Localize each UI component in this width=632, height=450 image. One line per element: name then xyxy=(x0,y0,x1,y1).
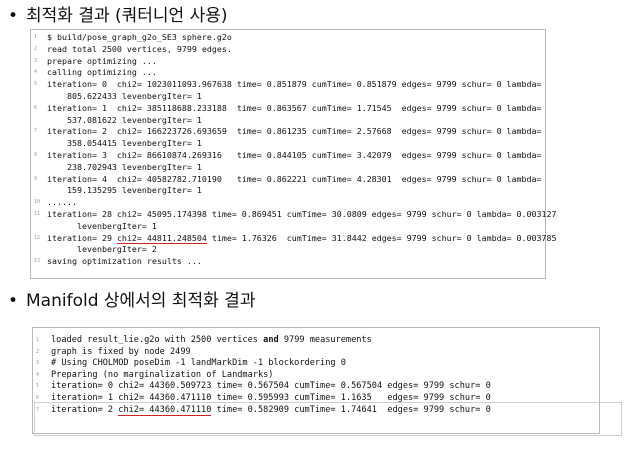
line-text-part: iteration= 29 xyxy=(47,232,117,243)
line-text: iteration= 2 chi2= 166223726.693659 time… xyxy=(47,126,542,137)
code-line: 12 iteration= 29 chi2= 44811.248504 time=… xyxy=(31,232,557,245)
line-number: 6 xyxy=(34,104,38,111)
line-text: iteration= 28 chi2= 45095.174398 time= 0… xyxy=(47,208,557,219)
highlighted-chi2: chi2= 44811.248504 xyxy=(116,232,207,244)
code-line: 10...... xyxy=(31,197,545,209)
code-line: 1 $ build/pose_graph_g2o_SE3 sphere.g2o xyxy=(31,32,545,44)
line-text: 159.135295 levenbergIter= 1 xyxy=(47,185,202,196)
line-text-part: 9799 measurements xyxy=(278,335,372,345)
line-text: iteration= 4 chi2= 40582782.710190 time=… xyxy=(47,173,542,184)
line-number: 5 xyxy=(34,81,38,88)
line-number: 1 xyxy=(34,34,38,40)
line-text: 238.702943 levenbergIter= 1 xyxy=(47,161,202,172)
bullet-icon: • xyxy=(8,291,19,311)
code-line: 3 prepare optimizing ... xyxy=(31,56,545,68)
code-line: 238.702943 levenbergIter= 1 xyxy=(31,162,545,174)
line-number: 4 xyxy=(36,371,40,378)
line-number: 5 xyxy=(36,383,40,390)
line-number: 9 xyxy=(34,175,38,182)
line-text: iteration= 1 chi2= 385118688.233188 time… xyxy=(47,102,542,113)
line-number: 10 xyxy=(34,199,41,206)
code-line: 5 iteration= 0 chi2= 44360.509723 time= 0… xyxy=(33,381,599,393)
code-line: 805.622433 levenbergIter= 1 xyxy=(31,91,545,103)
line-text: $ build/pose_graph_g2o_SE3 sphere.g2o xyxy=(47,32,232,42)
line-text: 537.081622 levenbergIter= 1 xyxy=(47,114,202,125)
code-line: 2 graph is fixed by node 2499 xyxy=(33,347,599,359)
code-line: 7 iteration= 2 chi2= 166223726.693659 tim… xyxy=(31,126,545,138)
code-line: 537.081622 levenbergIter= 1 xyxy=(31,115,545,127)
line-text: saving optimization results ... xyxy=(47,256,202,267)
code-line: 11 iteration= 28 chi2= 45095.174398 time=… xyxy=(31,209,557,221)
code-line: 5 iteration= 0 chi2= 1023011093.967638 ti… xyxy=(31,79,545,91)
highlight-frame xyxy=(34,402,622,436)
line-text: prepare optimizing ... xyxy=(47,55,157,66)
code-line: 4 calling optimizing ... xyxy=(31,67,545,79)
line-number: 4 xyxy=(34,69,38,76)
line-text: iteration= 0 chi2= 1023011093.967638 tim… xyxy=(47,79,542,90)
line-text: read total 2500 vertices, 9799 edges. xyxy=(47,43,232,54)
heading-text: Manifold 상에서의 최적화 결과 xyxy=(26,291,256,311)
line-text-part: time= 1.76326 cumTime= 31.8442 edges= 97… xyxy=(206,232,557,243)
line-text: # Using CHOLMOD poseDim -1 landMarkDim -… xyxy=(51,358,346,369)
line-text: graph is fixed by node 2499 xyxy=(51,346,191,357)
line-text: levenbergIter= 2 xyxy=(47,244,157,255)
code-line: 6 iteration= 1 chi2= 385118688.233188 tim… xyxy=(31,103,545,115)
line-text: 358.054415 levenbergIter= 1 xyxy=(47,138,202,149)
line-text: Preparing (no marginalization of Landmar… xyxy=(51,369,274,380)
code-line: 358.054415 levenbergIter= 1 xyxy=(31,138,545,150)
heading-quaternion-result: • 최적화 결과 (쿼터니언 사용) xyxy=(8,1,228,26)
line-number: 1 xyxy=(36,337,40,343)
code-line: 9 iteration= 4 chi2= 40582782.710190 time… xyxy=(31,174,545,186)
line-number: 2 xyxy=(36,348,40,355)
line-text-part: loaded result_lie.g2o with 2500 vertices xyxy=(51,335,264,345)
line-text: 805.622433 levenbergIter= 1 xyxy=(47,90,202,101)
line-text: calling optimizing ... xyxy=(47,67,157,78)
line-text: iteration= 29 chi2= 44811.248504 time= 1… xyxy=(47,232,557,245)
line-number: 3 xyxy=(36,360,40,367)
code-line: 1 loaded result_lie.g2o with 2500 vertice… xyxy=(33,335,599,347)
code-line: 2 read total 2500 vertices, 9799 edges. xyxy=(31,44,545,56)
line-number: 3 xyxy=(34,57,38,64)
bullet-icon: • xyxy=(8,6,19,26)
line-number: 12 xyxy=(34,234,41,241)
line-number: 7 xyxy=(34,128,38,135)
line-text: ...... xyxy=(47,197,77,208)
code-line: 3 # Using CHOLMOD poseDim -1 landMarkDim … xyxy=(33,358,599,370)
line-text: iteration= 0 chi2= 44360.509723 time= 0.… xyxy=(51,381,491,392)
code-block: 1 $ build/pose_graph_g2o_SE3 sphere.g2o 2 r… xyxy=(31,32,557,268)
terminal-output-quaternion: 1 $ build/pose_graph_g2o_SE3 sphere.g2o 2 r… xyxy=(30,29,557,279)
code-line: 4 Preparing (no marginalization of Landma… xyxy=(33,370,599,382)
heading-manifold-result: • Manifold 상에서의 최적화 결과 xyxy=(8,286,255,311)
keyword: and xyxy=(263,335,279,345)
line-number: 11 xyxy=(34,210,41,217)
code-line: levenbergIter= 2 xyxy=(31,244,545,256)
code-line: 8 iteration= 3 chi2= 86610874.269316 time… xyxy=(31,150,545,162)
heading-text: 최적화 결과 (쿼터니언 사용) xyxy=(26,6,228,26)
line-number: 8 xyxy=(34,151,38,158)
line-text: levenbergIter= 1 xyxy=(47,220,157,231)
line-text: iteration= 3 chi2= 86610874.269316 time=… xyxy=(47,149,542,160)
code-line: levenbergIter= 1 xyxy=(31,221,545,233)
code-line: 13 saving optimization results ... xyxy=(31,256,545,268)
code-line: 159.135295 levenbergIter= 1 xyxy=(31,185,545,197)
line-text: loaded result_lie.g2o with 2500 vertices… xyxy=(51,335,372,347)
line-number: 13 xyxy=(34,258,41,265)
line-number: 2 xyxy=(34,45,38,52)
